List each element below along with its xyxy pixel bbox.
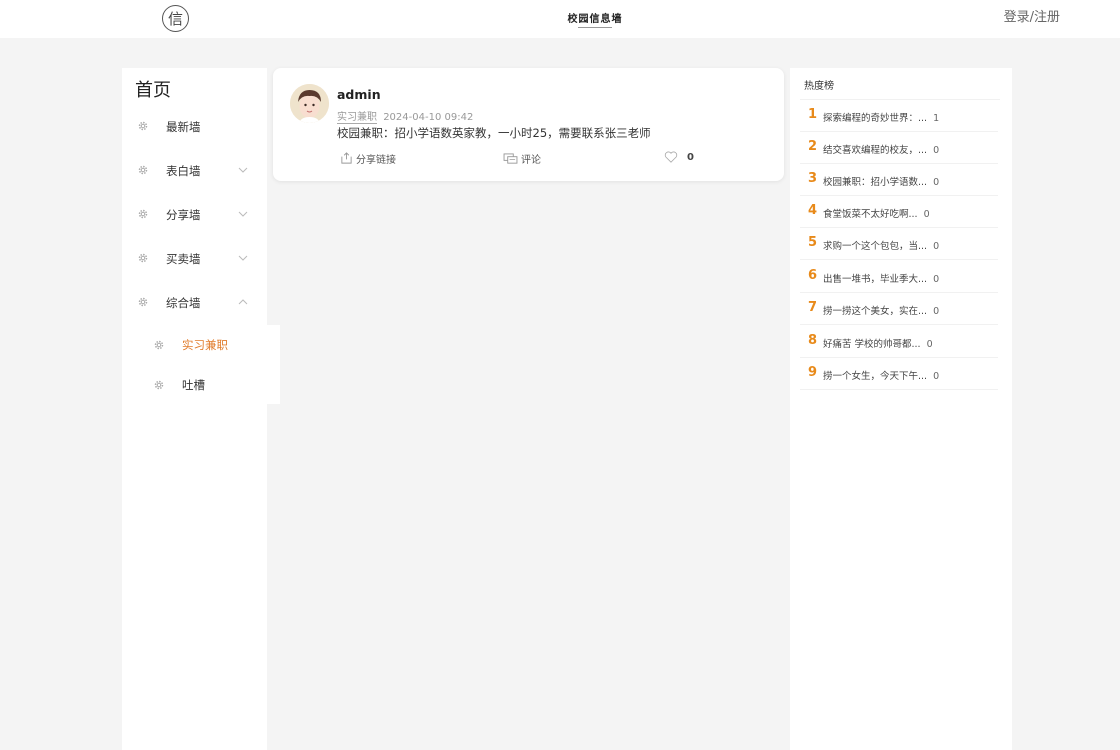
- hot-item-text: 好痛苦 学校的帅哥都... 0: [823, 336, 933, 350]
- sidebar-item-label: 分享墙: [166, 208, 201, 222]
- chevron-down-icon: [238, 211, 248, 217]
- hot-item-count: 0: [933, 306, 940, 317]
- hot-item-count: 0: [933, 241, 940, 252]
- submenu-item-internship[interactable]: 实习兼职: [122, 330, 280, 360]
- sidebar-title[interactable]: 首页: [135, 76, 171, 102]
- hot-ranking-panel: 热度榜 1 探索编程的奇妙世界：... 1 2 结交喜欢编程的校友，... 0 3 …: [790, 68, 1012, 750]
- hot-item-text: 捞一捞这个美女，实在... 0: [823, 303, 939, 317]
- hot-item-text: 食堂饭菜不太好吃啊... 0: [823, 206, 930, 220]
- gear-icon: [138, 297, 148, 307]
- submenu-item-label: 吐槽: [182, 378, 205, 392]
- hot-item[interactable]: 7 捞一捞这个美女，实在... 0: [800, 293, 998, 325]
- hot-item-rank: 6: [808, 268, 818, 283]
- hot-item-rank: 1: [808, 107, 818, 122]
- hot-item-text: 探索编程的奇妙世界：... 1: [823, 110, 939, 124]
- hot-item-count: 0: [933, 177, 940, 188]
- hot-item-rank: 3: [808, 171, 818, 186]
- login-register-link[interactable]: 登录/注册: [1004, 6, 1060, 25]
- hot-item[interactable]: 5 求购一个这个包包，当... 0: [800, 228, 998, 260]
- gear-icon: [138, 165, 148, 175]
- post-meta: 实习兼职 2024-04-10 09:42: [337, 108, 474, 124]
- gear-icon: [138, 121, 148, 131]
- sidebar-item-label: 最新墙: [166, 120, 201, 134]
- hot-item-count: 0: [926, 339, 933, 350]
- brand-underline: [578, 27, 612, 33]
- hot-item-count: 1: [933, 113, 940, 124]
- hot-item-rank: 8: [808, 333, 818, 348]
- sidebar-item-confession[interactable]: 表白墙: [122, 156, 267, 186]
- top-header: 信 校园信息墙 登录/注册: [0, 0, 1120, 38]
- sidebar-item-share[interactable]: 分享墙: [122, 200, 267, 230]
- like-count: 0: [687, 151, 694, 163]
- hot-item[interactable]: 3 校园兼职：招小学语数... 0: [800, 164, 998, 196]
- hot-item-title: 校园兼职：招小学语数...: [823, 177, 928, 188]
- post-card[interactable]: admin 实习兼职 2024-04-10 09:42 校园兼职：招小学语数英家…: [273, 68, 784, 181]
- like-button[interactable]: 0: [664, 151, 694, 163]
- hot-ranking-title: 热度榜: [804, 81, 834, 92]
- hot-item-title: 好痛苦 学校的帅哥都...: [823, 339, 921, 350]
- hot-item-count: 0: [933, 274, 940, 285]
- hot-item[interactable]: 4 食堂饭菜不太好吃啊... 0: [800, 196, 998, 228]
- heart-icon: [664, 151, 678, 163]
- hot-item[interactable]: 2 结交喜欢编程的校友，... 0: [800, 132, 998, 164]
- sidebar: 首页 最新墙 表白墙 分享墙 买卖墙 综合墙: [122, 68, 267, 750]
- site-logo[interactable]: 信: [162, 5, 189, 32]
- hot-item-rank: 9: [808, 365, 818, 380]
- hot-item-title: 捞一捞这个美女，实在...: [823, 306, 928, 317]
- submenu-item-label: 实习兼职: [182, 338, 228, 352]
- gear-icon: [154, 340, 164, 350]
- hot-item-rank: 5: [808, 235, 818, 250]
- hot-item[interactable]: 9 捞一个女生，今天下午... 0: [800, 358, 998, 390]
- post-time: 2024-04-10 09:42: [383, 112, 474, 123]
- chevron-down-icon: [238, 167, 248, 173]
- gear-icon: [138, 209, 148, 219]
- avatar-illustration: [290, 84, 329, 123]
- hot-item-text: 出售一堆书，毕业季大... 0: [823, 271, 939, 285]
- hot-item-title: 食堂饭菜不太好吃啊...: [823, 209, 918, 220]
- hot-item[interactable]: 1 探索编程的奇妙世界：... 1: [800, 100, 998, 132]
- gear-icon: [154, 380, 164, 390]
- sidebar-item-trade[interactable]: 买卖墙: [122, 244, 267, 274]
- sidebar-item-label: 买卖墙: [166, 252, 201, 266]
- hot-item-title: 结交喜欢编程的校友，...: [823, 145, 928, 156]
- chevron-up-icon: [238, 299, 248, 305]
- share-link-button[interactable]: 分享链接: [340, 151, 396, 166]
- hot-item-rank: 7: [808, 300, 818, 315]
- post-category-tag[interactable]: 实习兼职: [337, 112, 377, 124]
- gear-icon: [138, 253, 148, 263]
- hot-item-title: 捞一个女生，今天下午...: [823, 371, 928, 382]
- hot-item-count: 0: [923, 209, 930, 220]
- hot-item-title: 出售一堆书，毕业季大...: [823, 274, 928, 285]
- brand-name: 校园信息墙: [567, 14, 623, 25]
- avatar[interactable]: [290, 84, 329, 123]
- sidebar-item-general[interactable]: 综合墙: [122, 288, 267, 318]
- share-icon: [341, 152, 352, 164]
- post-author[interactable]: admin: [337, 87, 381, 102]
- hot-item[interactable]: 8 好痛苦 学校的帅哥都... 0: [800, 326, 998, 358]
- hot-item-text: 捞一个女生，今天下午... 0: [823, 368, 939, 382]
- sidebar-item-latest[interactable]: 最新墙: [122, 112, 267, 142]
- logo-glyph: 信: [167, 10, 183, 28]
- sidebar-item-label: 综合墙: [166, 296, 201, 310]
- comment-label: 评论: [521, 155, 541, 166]
- hot-item-title: 探索编程的奇妙世界：...: [823, 113, 928, 124]
- hot-item[interactable]: 6 出售一堆书，毕业季大... 0: [800, 261, 998, 293]
- share-label: 分享链接: [356, 155, 396, 166]
- sidebar-item-label: 表白墙: [166, 164, 201, 178]
- hot-item-text: 求购一个这个包包，当... 0: [823, 238, 939, 252]
- hot-item-rank: 2: [808, 139, 818, 154]
- chevron-down-icon: [238, 255, 248, 261]
- general-submenu: 实习兼职 吐槽: [122, 325, 280, 404]
- submenu-item-complaints[interactable]: 吐槽: [122, 370, 280, 400]
- hot-item-count: 0: [933, 145, 940, 156]
- hot-item-rank: 4: [808, 203, 818, 218]
- brand-title: 校园信息墙: [540, 7, 650, 33]
- post-content: 校园兼职：招小学语数英家教，一小时25，需要联系张三老师: [337, 126, 651, 140]
- comment-button[interactable]: 评论: [503, 151, 541, 166]
- hot-item-count: 0: [933, 371, 940, 382]
- hot-item-text: 结交喜欢编程的校友，... 0: [823, 142, 939, 156]
- hot-item-text: 校园兼职：招小学语数... 0: [823, 174, 939, 188]
- hot-item-title: 求购一个这个包包，当...: [823, 241, 928, 252]
- comment-icon: [503, 152, 518, 164]
